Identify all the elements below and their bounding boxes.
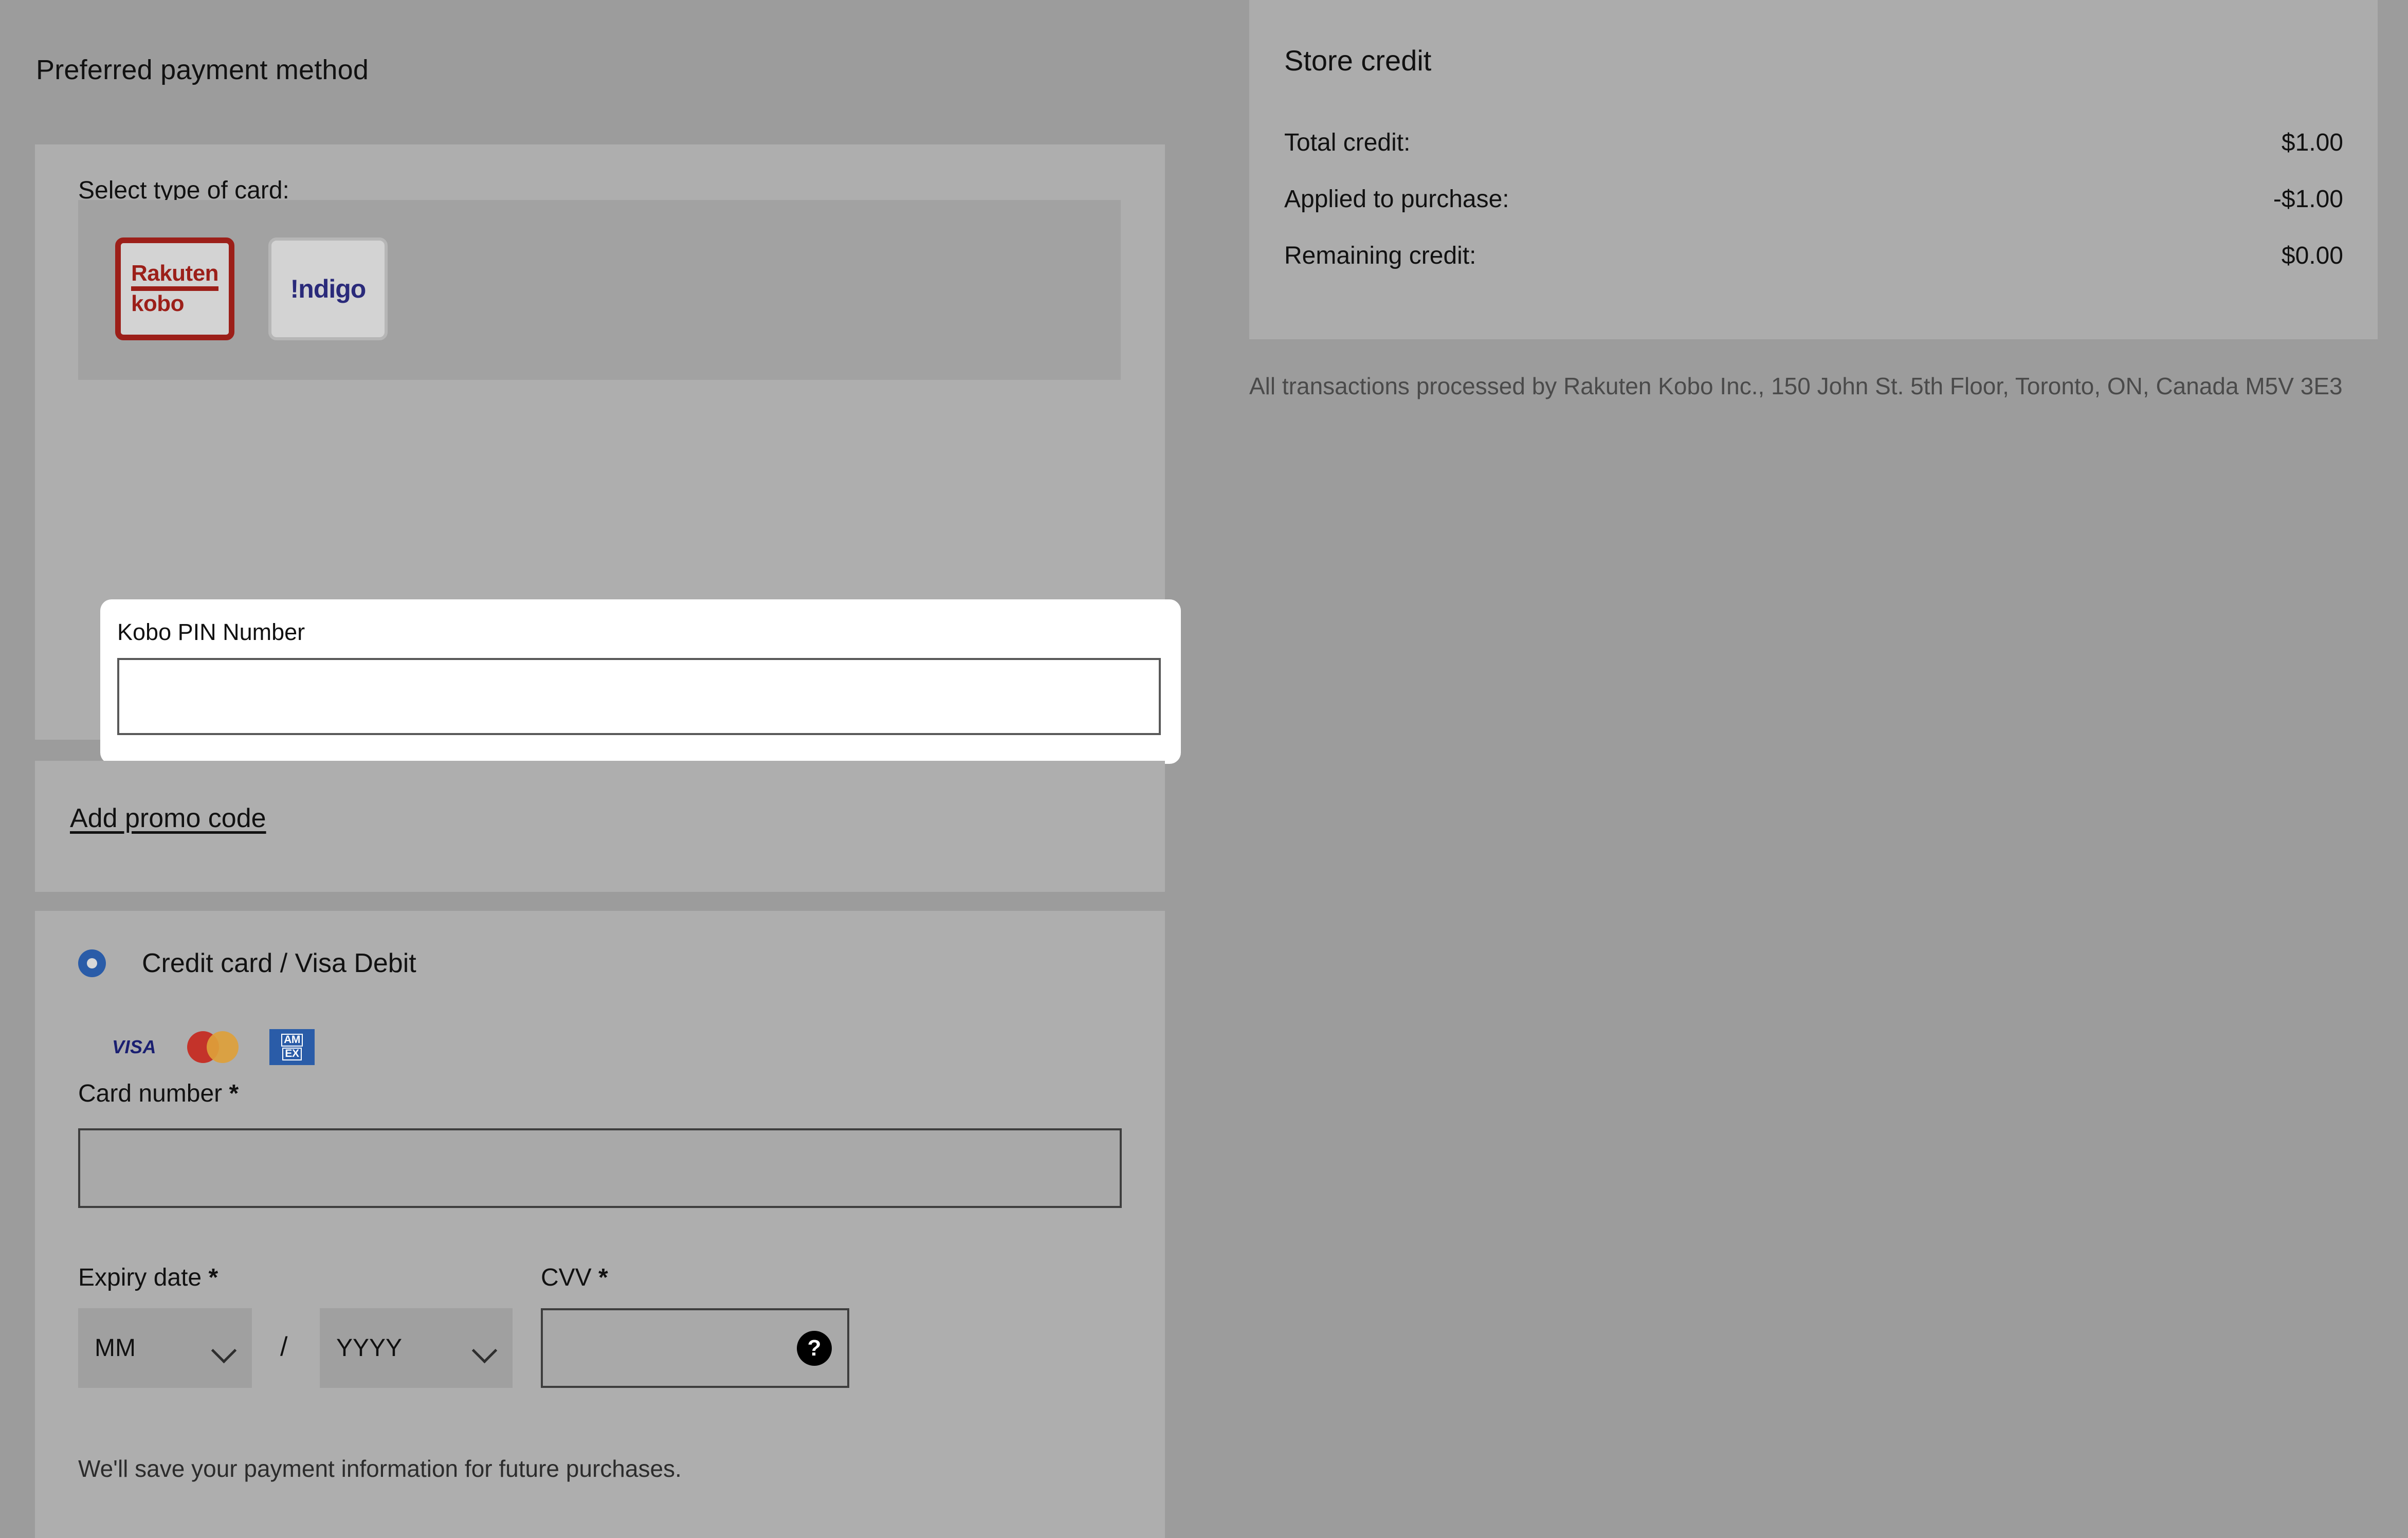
store-credit-row-value: -$1.00 [2273, 186, 2343, 213]
expiry-month-value: MM [95, 1334, 136, 1362]
amex-icon: AM EX [269, 1029, 315, 1065]
amex-line2: EX [282, 1048, 302, 1060]
brand-tile-rakuten-kobo[interactable]: Rakuten kobo [115, 237, 234, 340]
order-summary-column: Store credit Total credit: $1.00 Applied… [1249, 0, 2408, 1538]
kobo-pin-label: Kobo PIN Number [117, 619, 305, 645]
expiry-date-label: Expiry date * [78, 1264, 218, 1291]
store-credit-row: Applied to purchase: -$1.00 [1284, 185, 2343, 213]
expiry-year-value: YYYY [336, 1334, 403, 1362]
page-title: Preferred payment method [36, 54, 369, 85]
cvv-label: CVV * [541, 1264, 608, 1291]
promo-code-panel: Add promo code [35, 761, 1165, 892]
store-credit-row: Remaining credit: $0.00 [1284, 242, 2343, 270]
credit-card-radio-label: Credit card / Visa Debit [142, 948, 416, 978]
card-number-input[interactable] [78, 1128, 1122, 1208]
expiry-year-select[interactable]: YYYY [320, 1308, 513, 1388]
card-number-required-mark: * [229, 1080, 239, 1107]
rakuten-kobo-logo-line1: Rakuten [131, 262, 219, 291]
kobo-pin-input[interactable] [117, 658, 1161, 735]
amex-line1: AM [281, 1034, 303, 1047]
card-brand-strip: Rakuten kobo !ndigo [78, 200, 1121, 380]
store-credit-panel: Store credit Total credit: $1.00 Applied… [1249, 0, 2378, 339]
kobo-pin-focus-panel: Kobo PIN Number [100, 599, 1181, 764]
mastercard-icon [187, 1031, 239, 1063]
payment-method-column: Preferred payment method Select type of … [0, 0, 1182, 1538]
store-credit-row-value: $1.00 [2281, 129, 2343, 156]
rakuten-kobo-logo-line2: kobo [131, 291, 185, 316]
card-type-panel: Select type of card: Rakuten kobo !ndigo… [35, 144, 1181, 847]
rakuten-kobo-logo: Rakuten kobo [131, 262, 219, 316]
indigo-logo: !ndigo [290, 274, 367, 303]
store-credit-row: Total credit: $1.00 [1284, 129, 2343, 157]
store-credit-row-label: Remaining credit: [1284, 242, 1476, 269]
accepted-card-brands: VISA AM EX [112, 1029, 315, 1065]
card-number-label: Card number * [78, 1080, 239, 1107]
expiry-separator: / [280, 1332, 288, 1362]
brand-tile-indigo[interactable]: !ndigo [268, 237, 388, 340]
checkout-payment-page: Preferred payment method Select type of … [0, 0, 2408, 1538]
chevron-down-icon [212, 1342, 235, 1355]
store-credit-title: Store credit [1284, 44, 1432, 77]
expiry-month-select[interactable]: MM [78, 1308, 252, 1388]
cvv-help-icon[interactable]: ? [797, 1330, 832, 1366]
expiry-required-mark: * [208, 1264, 218, 1291]
cvv-required-mark: * [598, 1264, 608, 1291]
store-credit-row-label: Total credit: [1284, 129, 1411, 156]
radio-selected-icon[interactable] [78, 949, 106, 977]
visa-icon: VISA [112, 1036, 157, 1057]
transactions-legal-note: All transactions processed by Rakuten Ko… [1249, 373, 2343, 399]
store-credit-row-label: Applied to purchase: [1284, 186, 1509, 213]
add-promo-code-link[interactable]: Add promo code [70, 803, 266, 834]
cvv-input[interactable]: ? [541, 1308, 849, 1388]
credit-card-panel: Credit card / Visa Debit VISA AM EX [35, 911, 1165, 1538]
chevron-down-icon [472, 1342, 496, 1355]
credit-card-radio-row[interactable]: Credit card / Visa Debit [78, 948, 416, 979]
store-credit-row-value: $0.00 [2281, 242, 2343, 269]
save-payment-info-note: We'll save your payment information for … [78, 1455, 682, 1482]
